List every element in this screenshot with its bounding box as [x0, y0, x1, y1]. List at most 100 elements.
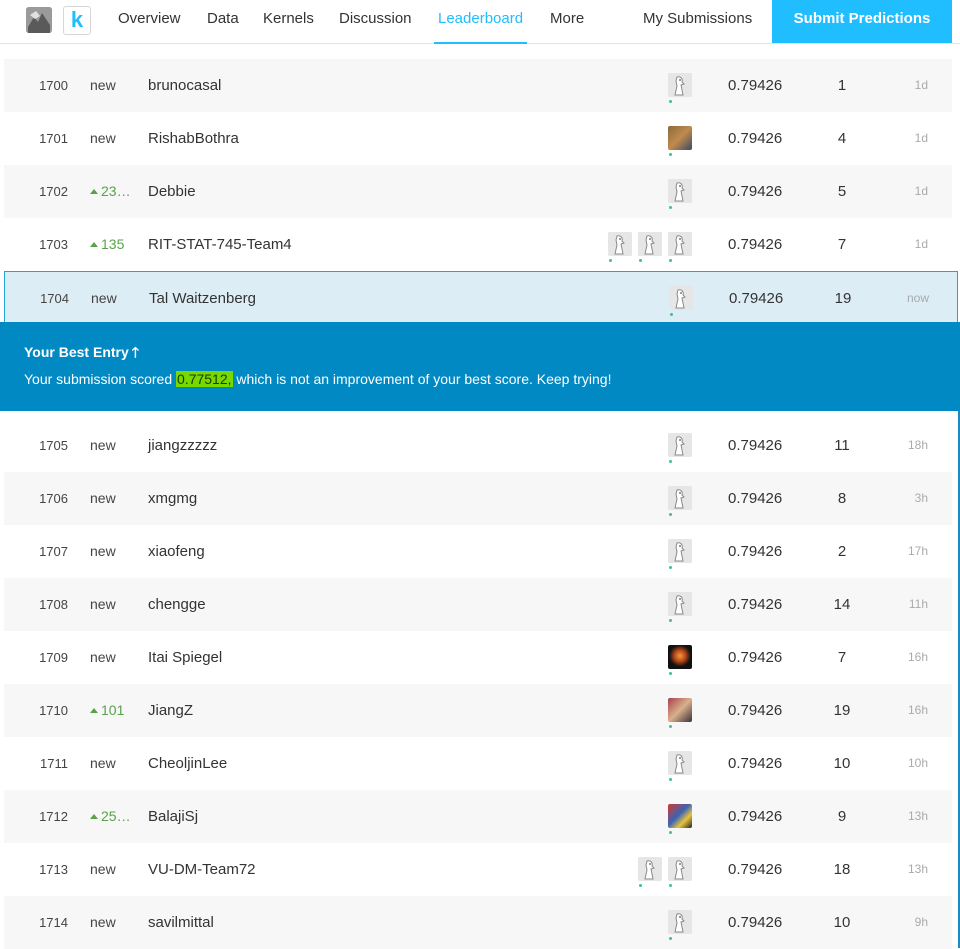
- submission-score-highlight: 0.77512,: [176, 371, 233, 387]
- online-status-dot: [639, 259, 642, 262]
- online-status-dot: [669, 206, 672, 209]
- leaderboard-row[interactable]: 1706 new xmgmg 0.79426 8 3h: [4, 472, 952, 525]
- team-member-avatar[interactable]: [669, 286, 693, 310]
- team-name[interactable]: chengge: [148, 578, 206, 631]
- nav-discussion[interactable]: Discussion: [339, 0, 412, 44]
- leaderboard-row[interactable]: 1701 new RishabBothra 0.79426 4 1d: [4, 112, 952, 165]
- leaderboard-row[interactable]: 1707 new xiaofeng 0.79426 2 17h: [4, 525, 952, 578]
- rank-cell: 1711: [40, 756, 68, 771]
- leaderboard-row[interactable]: 1711 new CheoljinLee 0.79426 10 10h: [4, 737, 952, 790]
- team-member-avatar[interactable]: [668, 592, 692, 616]
- nav-leaderboard[interactable]: Leaderboard: [434, 0, 528, 44]
- leaderboard-row[interactable]: 1713 new VU-DM-Team72 0.79426 18 13h: [4, 843, 952, 896]
- team-member-avatar[interactable]: [668, 645, 692, 669]
- team-member-avatar[interactable]: [608, 232, 632, 256]
- online-status-dot: [669, 778, 672, 781]
- nav-kernels[interactable]: Kernels: [263, 0, 314, 44]
- rank-change-cell: new: [90, 419, 134, 472]
- team-member-avatar[interactable]: [668, 433, 692, 457]
- online-status-dot: [670, 313, 673, 316]
- submit-predictions-button[interactable]: Submit Predictions: [772, 0, 952, 43]
- team-name[interactable]: VU-DM-Team72: [148, 843, 256, 896]
- rank-cell: 1714: [39, 915, 68, 930]
- team-name[interactable]: BalajiSj: [148, 790, 198, 843]
- entries-cell: 14: [833, 596, 851, 613]
- last-submission-cell: 1d: [914, 131, 928, 145]
- rank-change-value: new: [91, 290, 117, 306]
- team-name[interactable]: RIT-STAT-745-Team4: [148, 218, 292, 271]
- team-name[interactable]: RishabBothra: [148, 112, 239, 165]
- score-cell: 0.79426: [728, 437, 783, 454]
- team-member-avatar[interactable]: [668, 73, 692, 97]
- score-cell: 0.79426: [728, 77, 783, 94]
- nav-more[interactable]: More: [550, 0, 584, 44]
- team-member-avatar[interactable]: [668, 698, 692, 722]
- leaderboard-row[interactable]: 1705 new jiangzzzzz 0.79426 11 18h: [4, 419, 952, 472]
- team-member-avatar[interactable]: [668, 126, 692, 150]
- entries-cell: 4: [837, 130, 847, 147]
- last-submission-cell: 1d: [914, 184, 928, 198]
- team-name[interactable]: Debbie: [148, 165, 196, 218]
- leaderboard-row[interactable]: 1703 135 RIT-STAT-745-Team4 0.79426 7 1d: [4, 218, 952, 271]
- leaderboard-row[interactable]: 1709 new Itai Spiegel 0.79426 7 16h: [4, 631, 952, 684]
- rank-up-icon: [90, 189, 98, 194]
- online-status-dot: [669, 513, 672, 516]
- leaderboard-row[interactable]: 1704 new Tal Waitzenberg 0.79426 19 now: [4, 271, 958, 324]
- leaderboard-row[interactable]: 1712 25… BalajiSj 0.79426 9 13h: [4, 790, 952, 843]
- my-submissions-link[interactable]: My Submissions: [643, 0, 752, 38]
- last-submission-cell: 18h: [907, 438, 928, 452]
- team-name[interactable]: xmgmg: [148, 472, 197, 525]
- rank-change-cell: new: [90, 578, 134, 631]
- team-name[interactable]: xiaofeng: [148, 525, 205, 578]
- rank-cell: 1703: [39, 237, 68, 252]
- leaderboard-row[interactable]: 1702 23… Debbie 0.79426 5 1d: [4, 165, 952, 218]
- entries-cell: 10: [833, 914, 851, 931]
- rank-change-cell: new: [90, 472, 134, 525]
- last-submission-cell: 9h: [914, 915, 928, 929]
- online-status-dot: [609, 259, 612, 262]
- last-submission-cell: 13h: [907, 862, 928, 876]
- score-cell: 0.79426: [728, 808, 783, 825]
- team-member-avatar[interactable]: [668, 804, 692, 828]
- team-name[interactable]: Itai Spiegel: [148, 631, 222, 684]
- leaderboard-row[interactable]: 1700 new brunocasal 0.79426 1 1d: [4, 59, 952, 112]
- online-status-dot: [669, 619, 672, 622]
- nav-overview[interactable]: Overview: [118, 0, 181, 44]
- team-member-avatar[interactable]: [668, 751, 692, 775]
- team-name[interactable]: jiangzzzzz: [148, 419, 217, 472]
- team-member-avatar[interactable]: [668, 179, 692, 203]
- rank-up-icon: [90, 708, 98, 713]
- team-member-avatar[interactable]: [668, 857, 692, 881]
- team-name[interactable]: Tal Waitzenberg: [149, 272, 256, 325]
- banner-title-text: Your Best Entry: [24, 344, 129, 360]
- nav-data[interactable]: Data: [207, 0, 239, 44]
- leaderboard-row[interactable]: 1708 new chengge 0.79426 14 11h: [4, 578, 952, 631]
- leaderboard-row[interactable]: 1710 101 JiangZ 0.79426 19 16h: [4, 684, 952, 737]
- competition-logo-icon[interactable]: [26, 7, 52, 33]
- rank-change-cell: 101: [90, 684, 134, 737]
- team-member-avatar[interactable]: [668, 486, 692, 510]
- rank-cell: 1710: [39, 703, 68, 718]
- team-member-avatar[interactable]: [668, 539, 692, 563]
- last-submission-cell: 13h: [907, 809, 928, 823]
- team-member-avatar[interactable]: [638, 232, 662, 256]
- team-name[interactable]: CheoljinLee: [148, 737, 227, 790]
- team-member-avatar[interactable]: [668, 232, 692, 256]
- entries-cell: 11: [834, 437, 850, 454]
- leaderboard-row[interactable]: 1714 new savilmittal 0.79426 10 9h: [4, 896, 952, 949]
- score-cell: 0.79426: [728, 183, 783, 200]
- team-member-avatar[interactable]: [638, 857, 662, 881]
- rank-change-value: new: [90, 490, 116, 506]
- rank-change-cell: new: [90, 843, 134, 896]
- rank-cell: 1705: [39, 438, 68, 453]
- kaggle-logo-icon[interactable]: k: [63, 6, 91, 35]
- last-submission-cell: 16h: [907, 703, 928, 717]
- team-name[interactable]: savilmittal: [148, 896, 214, 949]
- rank-change-value: new: [90, 543, 116, 559]
- last-submission-cell: 16h: [907, 650, 928, 664]
- team-name[interactable]: JiangZ: [148, 684, 193, 737]
- rank-change-value: new: [90, 861, 116, 877]
- team-name[interactable]: brunocasal: [148, 59, 221, 112]
- team-member-avatar[interactable]: [668, 910, 692, 934]
- arrow-up-icon: 🡑: [131, 344, 140, 360]
